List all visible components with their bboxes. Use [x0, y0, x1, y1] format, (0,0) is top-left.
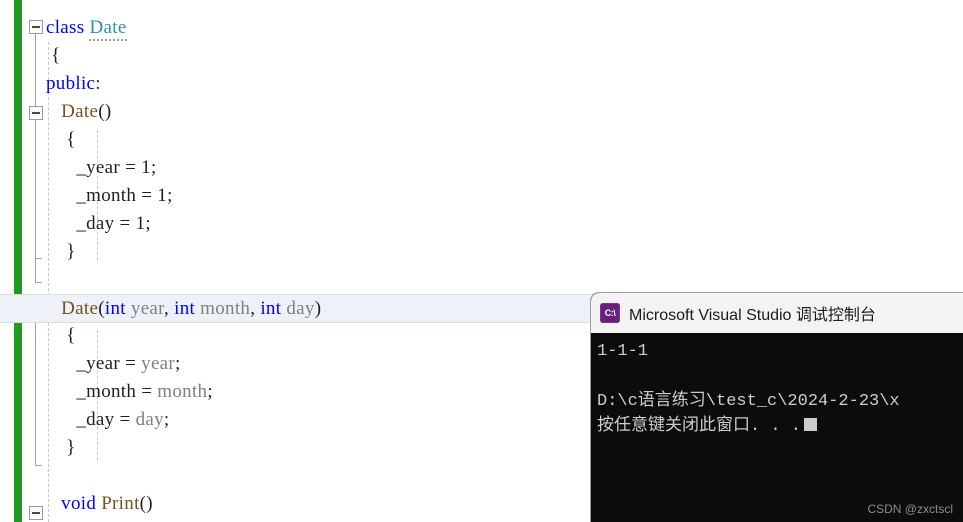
code-token: = [136, 381, 158, 402]
code-token: = [120, 157, 142, 178]
code-token: = [136, 185, 158, 206]
code-token: ; [163, 409, 170, 430]
console-cursor-block [804, 418, 818, 431]
code-line[interactable]: public: [0, 70, 963, 98]
code-token: day [281, 298, 315, 319]
code-token: } [66, 241, 76, 262]
code-token: day [135, 409, 164, 430]
code-token: = [114, 213, 136, 234]
code-token: int [104, 298, 126, 319]
code-token: _day [76, 409, 115, 430]
code-line[interactable]: { [0, 42, 963, 70]
console-window-title: Microsoft Visual Studio 调试控制台 [629, 307, 876, 324]
code-token: Date [61, 298, 99, 319]
console-output-line: 按任意键关闭此窗口. . . [597, 414, 963, 439]
code-token: { [51, 45, 61, 66]
code-token: _year [76, 353, 121, 374]
code-token: month [157, 381, 208, 402]
code-token: { [66, 129, 76, 150]
console-cmd-icon: C:\ [600, 303, 620, 323]
code-token: _month [76, 185, 137, 206]
code-token: : [95, 73, 101, 94]
code-token: = [114, 409, 136, 430]
code-token: () [139, 493, 153, 514]
code-token: public [46, 73, 96, 94]
code-token: int [174, 298, 196, 319]
code-token: Print [96, 493, 140, 514]
code-token: Date [61, 101, 99, 122]
console-cmd-icon-label: C:\ [604, 308, 616, 318]
code-token: void [61, 493, 97, 514]
code-line[interactable]: class Date [0, 14, 963, 42]
code-token: ; [175, 353, 181, 374]
code-line[interactable]: Date() [0, 98, 963, 126]
code-token: _day [76, 213, 115, 234]
code-line[interactable] [0, 266, 963, 294]
code-token: ; [207, 381, 213, 402]
watermark-text: CSDN @zxctscl [867, 502, 953, 516]
code-token: () [98, 101, 112, 122]
code-token: year [125, 298, 165, 319]
code-token: class [46, 17, 90, 38]
code-line[interactable]: _day = 1; [0, 210, 963, 238]
code-token: , [250, 298, 261, 319]
console-title-bar[interactable]: C:\ Microsoft Visual Studio 调试控制台 [591, 293, 963, 333]
code-line[interactable]: } [0, 238, 963, 266]
console-output-area[interactable]: 1-1-1 D:\c语言练习\test_c\2024-2-23\x 按任意键关闭此窗… [591, 333, 963, 522]
code-token: Date [89, 17, 127, 41]
console-output-line: D:\c语言练习\test_c\2024-2-23\x [597, 392, 900, 411]
code-token: ) [314, 298, 322, 319]
code-line[interactable]: { [0, 126, 963, 154]
code-token: _month [76, 381, 137, 402]
code-token: int [260, 298, 282, 319]
code-token: 1 [141, 157, 151, 178]
code-token: 1 [157, 185, 168, 206]
code-token: _year [76, 157, 121, 178]
console-output-line: 1-1-1 [597, 342, 649, 361]
code-token: ; [150, 157, 157, 178]
code-token: year [141, 353, 176, 374]
code-line[interactable]: _month = 1; [0, 182, 963, 210]
code-token: ( [98, 298, 105, 319]
code-token: = [120, 353, 142, 374]
code-line[interactable]: _year = 1; [0, 154, 963, 182]
code-token: } [66, 437, 76, 458]
code-token: , [164, 298, 175, 319]
code-token: ; [145, 213, 151, 234]
code-token: ; [167, 185, 173, 206]
debug-console-window[interactable]: C:\ Microsoft Visual Studio 调试控制台 1-1-1 D… [590, 292, 963, 522]
code-token: 1 [135, 213, 146, 234]
code-token: month [195, 298, 251, 319]
code-token: { [66, 325, 76, 346]
